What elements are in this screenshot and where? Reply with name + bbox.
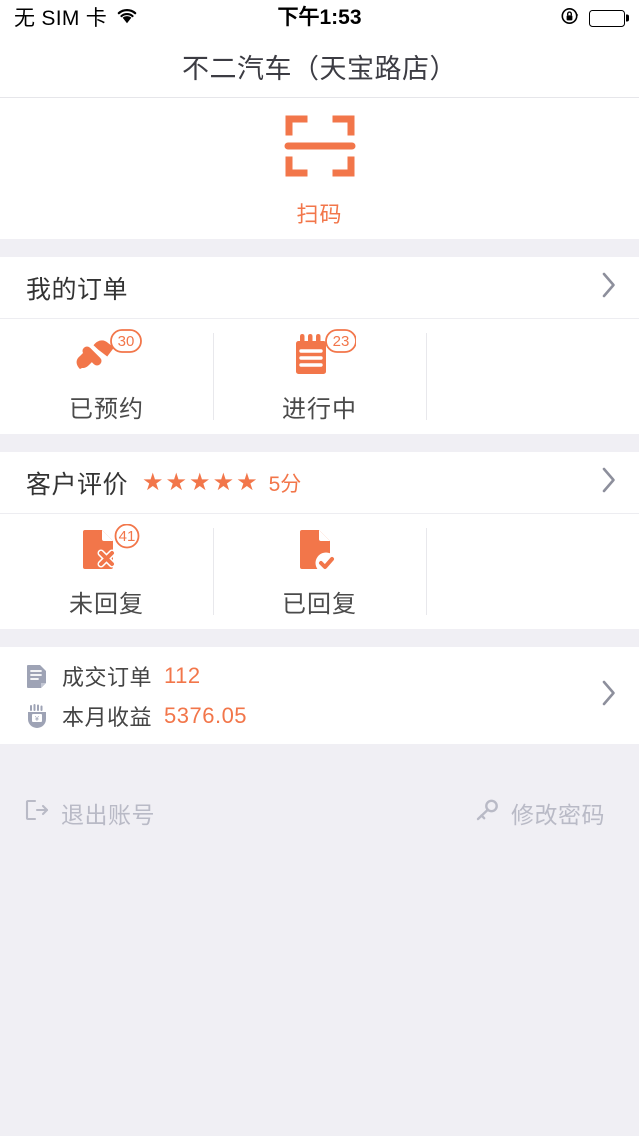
orders-card: 我的订单 30 已预约 23 进行中 <box>0 257 639 434</box>
section-gap-3 <box>0 629 639 647</box>
money-icon: ¥ <box>24 703 50 729</box>
document-lines-icon <box>24 663 50 689</box>
star-icon: ★ <box>189 468 211 496</box>
stat-booked[interactable]: 30 已预约 <box>0 319 213 434</box>
stat-in-progress-label: 进行中 <box>282 396 357 423</box>
wifi-icon <box>115 7 139 29</box>
summary-value-orders: 112 <box>164 662 201 688</box>
star-icon: ★ <box>212 468 235 496</box>
scan-panel[interactable]: 扫码 <box>0 98 639 239</box>
chevron-right-icon[interactable] <box>601 271 617 304</box>
summary-card[interactable]: 成交订单 112 ¥ 本月收益 5376.05 <box>0 647 639 744</box>
summary-row-orders: 成交订单 112 <box>24 660 247 692</box>
footer-area: 退出账号 修改密码 <box>0 744 639 1136</box>
change-password-label: 修改密码 <box>511 802 605 828</box>
svg-text:¥: ¥ <box>35 716 39 723</box>
scan-label: 扫码 <box>296 201 343 227</box>
stat-badge-text: 23 <box>332 333 349 350</box>
rating-stars: ★ ★ ★ ★ ★ <box>142 468 258 496</box>
reviews-stat-grid: 41 未回复 已回复 <box>0 514 639 629</box>
footer-actions: 退出账号 修改密码 <box>0 796 639 830</box>
logout-label: 退出账号 <box>61 802 155 828</box>
status-bar-right <box>560 6 625 31</box>
key-icon <box>474 798 500 828</box>
stat-booked-label: 已预约 <box>69 396 144 423</box>
stat-badge-text: 30 <box>117 333 134 350</box>
orders-header-row[interactable]: 我的订单 <box>0 257 639 319</box>
star-icon: ★ <box>165 468 188 496</box>
summary-value-revenue: 5376.05 <box>164 702 248 728</box>
stat-in-progress[interactable]: 23 进行中 <box>213 319 426 434</box>
logout-button[interactable]: 退出账号 <box>24 796 155 830</box>
carrier-label: 无 SIM 卡 <box>14 6 108 30</box>
summary-row-revenue: ¥ 本月收益 5376.05 <box>24 700 247 732</box>
chevron-right-icon[interactable] <box>601 679 617 712</box>
orders-header-title: 我的订单 <box>26 275 129 304</box>
summary-lines: 成交订单 112 ¥ 本月收益 5376.05 <box>24 660 247 732</box>
stat-unreplied-label: 未回复 <box>69 591 144 618</box>
stat-replied-label: 已回复 <box>282 591 357 618</box>
stat-empty-slot <box>426 514 639 629</box>
stat-empty-slot <box>426 319 639 434</box>
stat-replied[interactable]: 已回复 <box>213 514 426 629</box>
scan-qr-icon[interactable] <box>283 109 357 188</box>
summary-key-revenue: 本月收益 <box>62 704 153 730</box>
section-gap-2 <box>0 434 639 452</box>
status-bar: 无 SIM 卡 下午1:53 <box>0 0 639 36</box>
section-gap-1 <box>0 239 639 257</box>
stat-unreplied[interactable]: 41 未回复 <box>0 514 213 629</box>
page-title: 不二汽车（天宝路店） <box>182 54 457 84</box>
reviews-header-title: 客户评价 <box>26 470 129 499</box>
phone-handset-icon: 30 <box>71 329 143 379</box>
notepad-icon: 23 <box>284 329 356 379</box>
summary-key-orders: 成交订单 <box>62 664 153 690</box>
nav-bar: 不二汽车（天宝路店） <box>0 36 639 98</box>
logout-icon <box>24 798 50 828</box>
document-x-icon: 41 <box>71 524 143 574</box>
reviews-header-row[interactable]: 客户评价 ★ ★ ★ ★ ★ 5分 <box>0 452 639 514</box>
change-password-button[interactable]: 修改密码 <box>474 796 605 830</box>
battery-icon <box>589 9 625 27</box>
chevron-right-icon[interactable] <box>601 466 617 499</box>
rating-score: 5分 <box>268 472 302 496</box>
document-check-icon <box>284 524 356 574</box>
stat-badge-text: 41 <box>118 528 135 545</box>
app-screen: 无 SIM 卡 下午1:53 不二汽车（天宝路店） 扫码 我的订单 30 已预约… <box>0 0 639 1136</box>
reviews-card: 客户评价 ★ ★ ★ ★ ★ 5分 41 未回复 已回复 <box>0 452 639 629</box>
star-icon: ★ <box>236 468 258 496</box>
orders-stat-grid: 30 已预约 23 进行中 <box>0 319 639 434</box>
status-bar-left: 无 SIM 卡 <box>14 7 139 29</box>
rotation-lock-icon <box>560 6 580 31</box>
star-icon: ★ <box>142 468 164 496</box>
